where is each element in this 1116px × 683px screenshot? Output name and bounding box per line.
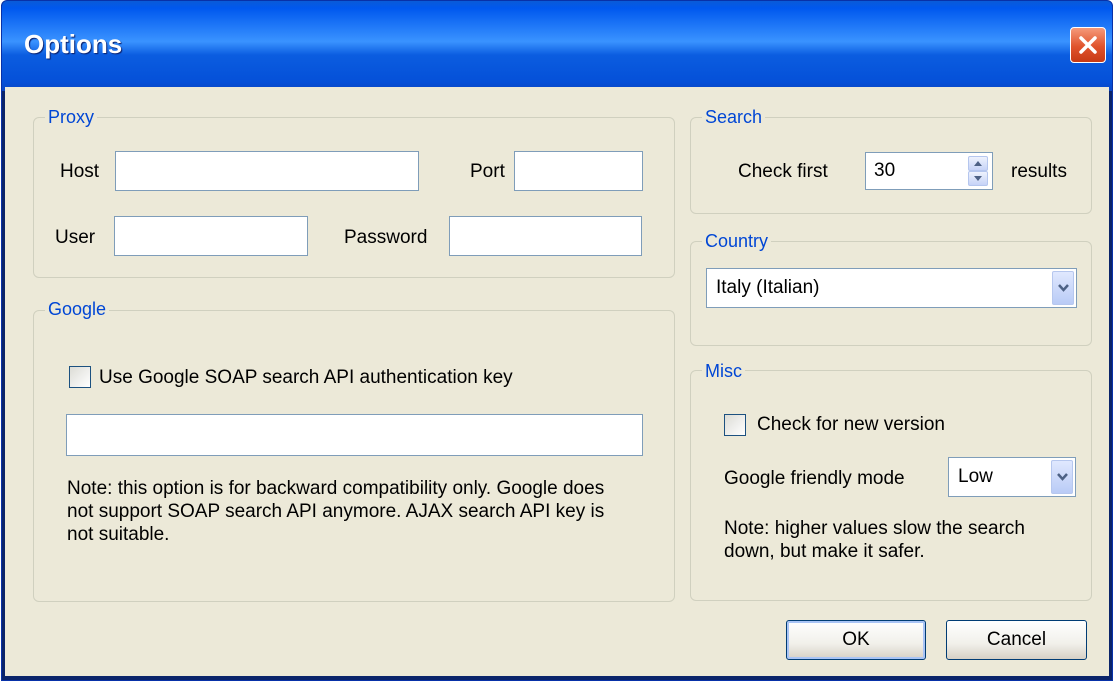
host-label: Host xyxy=(60,161,100,182)
country-selected-value: Italy (Italian) xyxy=(716,277,820,298)
misc-note: Note: higher values slow the search down… xyxy=(724,518,1025,562)
close-button[interactable] xyxy=(1070,27,1106,63)
chevron-down-icon xyxy=(1058,284,1069,292)
dialog-title: Options xyxy=(24,29,123,59)
proxy-group-title: Proxy xyxy=(45,106,98,128)
host-input[interactable] xyxy=(115,151,419,191)
spinner-down-button[interactable] xyxy=(968,171,988,186)
chevron-down-icon xyxy=(1057,473,1068,481)
cancel-button[interactable]: Cancel xyxy=(946,620,1087,660)
password-label: Password xyxy=(344,227,428,248)
google-group xyxy=(33,310,675,602)
port-input[interactable] xyxy=(514,151,643,191)
spinner-up-button[interactable] xyxy=(968,156,988,171)
google-group-title: Google xyxy=(45,298,110,320)
google-key-input[interactable] xyxy=(66,414,643,456)
search-group-title: Search xyxy=(702,106,766,128)
ok-button[interactable]: OK xyxy=(786,620,926,660)
country-select[interactable]: Italy (Italian) xyxy=(706,268,1077,308)
chevron-up-icon xyxy=(974,161,982,166)
close-icon xyxy=(1079,36,1097,54)
friendly-mode-label: Google friendly mode xyxy=(724,468,905,489)
use-google-key-checkbox[interactable] xyxy=(69,366,91,388)
use-google-key-label[interactable]: Use Google SOAP search API authenticatio… xyxy=(99,367,513,389)
check-first-spinner[interactable] xyxy=(968,156,988,186)
country-group-title: Country xyxy=(702,230,772,252)
port-label: Port xyxy=(470,161,505,182)
user-input[interactable] xyxy=(114,216,308,256)
google-note: Note: this option is for backward compat… xyxy=(67,478,605,545)
friendly-mode-select[interactable]: Low xyxy=(948,457,1076,497)
chevron-down-icon xyxy=(974,176,982,181)
check-first-label: Check first xyxy=(738,161,828,182)
title-bar[interactable]: Options xyxy=(2,1,1112,91)
user-label: User xyxy=(55,227,96,248)
country-dropdown-button[interactable] xyxy=(1052,271,1074,305)
password-input[interactable] xyxy=(449,216,642,256)
dialog-body: Proxy Host Port User Password Google Use… xyxy=(5,87,1109,676)
friendly-mode-value: Low xyxy=(958,466,993,487)
check-version-label[interactable]: Check for new version xyxy=(757,414,945,436)
check-version-checkbox[interactable] xyxy=(724,414,746,436)
options-dialog: Options Proxy Host Port User Password Go… xyxy=(1,0,1113,681)
results-label: results xyxy=(1011,161,1067,182)
misc-group-title: Misc xyxy=(702,360,745,382)
friendly-mode-dropdown-button[interactable] xyxy=(1051,460,1073,494)
